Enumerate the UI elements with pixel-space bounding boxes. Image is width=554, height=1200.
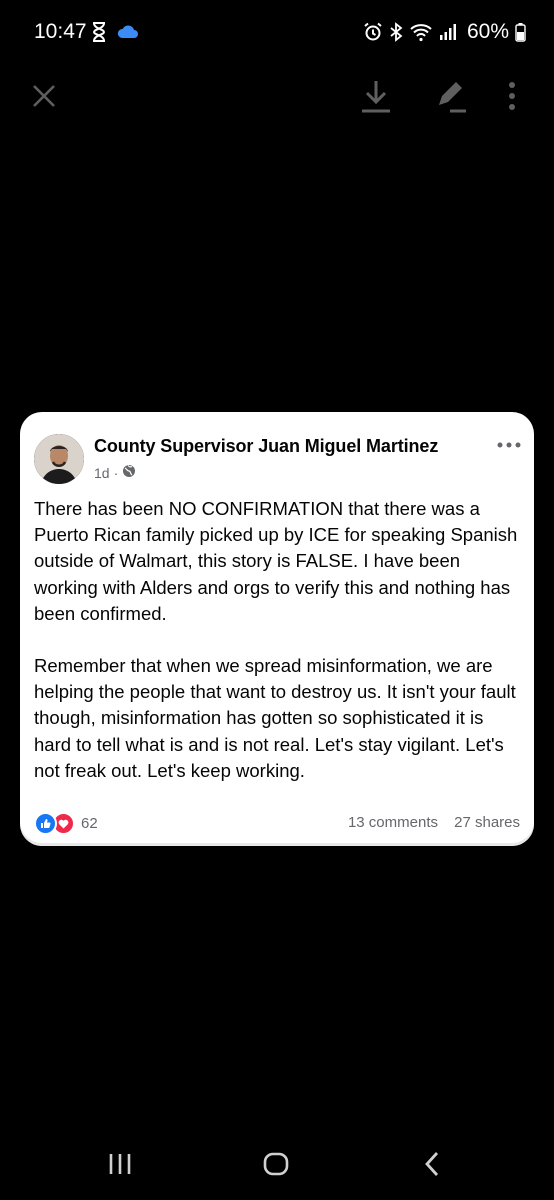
back-button[interactable] — [410, 1146, 454, 1182]
wifi-icon — [409, 22, 433, 42]
like-icon — [34, 812, 57, 835]
home-button[interactable] — [254, 1146, 298, 1182]
post-body: There has been NO CONFIRMATION that ther… — [34, 496, 524, 810]
post-paragraph: Remember that when we spread misinformat… — [34, 655, 516, 781]
reactions-summary[interactable]: 62 — [34, 812, 98, 835]
signal-icon — [439, 23, 457, 41]
alarm-icon — [363, 22, 383, 42]
battery-icon — [515, 22, 526, 42]
close-icon — [33, 85, 55, 107]
globe-icon — [122, 464, 136, 481]
reaction-count: 62 — [81, 815, 98, 832]
download-icon — [362, 81, 390, 113]
comments-count-link[interactable]: 13 comments — [348, 814, 438, 831]
meta-separator: · — [113, 464, 119, 481]
shares-count-link[interactable]: 27 shares — [454, 814, 520, 831]
post-paragraph: There has been NO CONFIRMATION that ther… — [34, 498, 518, 624]
post-card: County Supervisor Juan Miguel Martinez 1… — [20, 412, 534, 846]
status-time: 10:47 — [34, 20, 87, 43]
edit-icon — [439, 82, 466, 113]
cloud-icon — [116, 24, 138, 44]
more-vertical-icon — [509, 82, 515, 110]
download-button[interactable] — [356, 76, 396, 116]
post-author[interactable]: County Supervisor Juan Miguel Martinez — [94, 436, 438, 457]
close-button[interactable] — [24, 76, 64, 116]
edit-button[interactable] — [430, 76, 470, 116]
bluetooth-icon — [389, 22, 403, 42]
recents-icon — [109, 1154, 131, 1174]
post-more-button[interactable] — [494, 438, 524, 452]
status-bar: 10:47 60% — [0, 0, 554, 64]
more-options-button[interactable] — [492, 76, 532, 116]
battery-percent: 60% — [466, 20, 509, 43]
recents-button[interactable] — [98, 1146, 142, 1182]
more-horizontal-icon — [497, 442, 521, 448]
hourglass-icon — [92, 22, 106, 47]
back-icon — [425, 1152, 439, 1176]
post-timestamp[interactable]: 1d — [94, 465, 110, 481]
post-meta: 1d · — [94, 464, 136, 481]
home-icon — [263, 1152, 289, 1176]
avatar[interactable] — [34, 434, 84, 484]
status-icons: 60% — [363, 20, 526, 44]
